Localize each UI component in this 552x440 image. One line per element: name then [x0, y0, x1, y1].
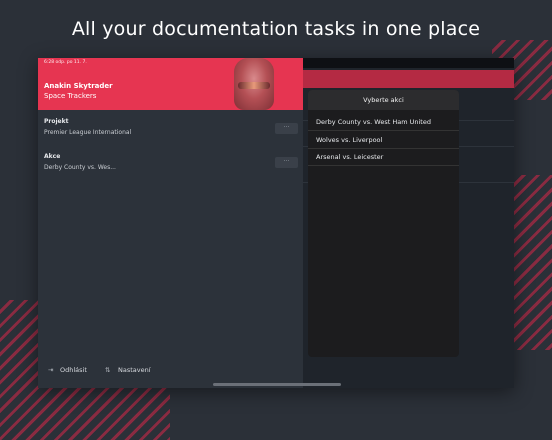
master-panel: 6:28 odp. po 11. 7. Anakin Skytrader Spa… [38, 58, 303, 388]
event-picker-popover: Vyberte akci Derby County vs. West Ham U… [308, 90, 459, 357]
home-indicator[interactable] [213, 383, 341, 386]
event-option[interactable]: Arsenal vs. Leicester [308, 149, 459, 166]
event-label: Akce [44, 153, 61, 160]
detail-topbar [303, 58, 514, 68]
project-value: Premier League International [44, 129, 132, 136]
event-more-button[interactable]: ··· [275, 157, 298, 168]
status-bar: 6:28 odp. po 11. 7. [44, 60, 87, 65]
headline: All your documentation tasks in one plac… [71, 18, 481, 40]
settings-icon[interactable]: ⇅ [105, 366, 110, 374]
event-option[interactable]: Wolves vs. Liverpool [308, 132, 459, 149]
logout-icon[interactable]: ⇥ [48, 366, 53, 374]
decorative-stripes [512, 175, 552, 350]
logout-button[interactable]: Odhlásit [60, 366, 87, 374]
project-more-button[interactable]: ··· [275, 123, 298, 134]
popover-title: Vyberte akci [308, 90, 459, 110]
profile-header: 6:28 odp. po 11. 7. Anakin Skytrader Spa… [38, 58, 303, 110]
helmet-image [234, 58, 274, 110]
event-value: Derby County vs. Wes... [44, 164, 116, 171]
settings-button[interactable]: Nastavení [118, 366, 151, 374]
detail-header [303, 70, 514, 88]
team-name: Space Trackers [44, 92, 97, 100]
project-label: Projekt [44, 118, 69, 125]
bottom-toolbar: ⇥ Odhlásit ⇅ Nastavení [38, 360, 303, 382]
user-name: Anakin Skytrader [44, 82, 113, 90]
tablet-screen: 6:28 odp. po 11. 7. Anakin Skytrader Spa… [38, 58, 514, 388]
event-option[interactable]: Derby County vs. West Ham United [308, 114, 459, 131]
